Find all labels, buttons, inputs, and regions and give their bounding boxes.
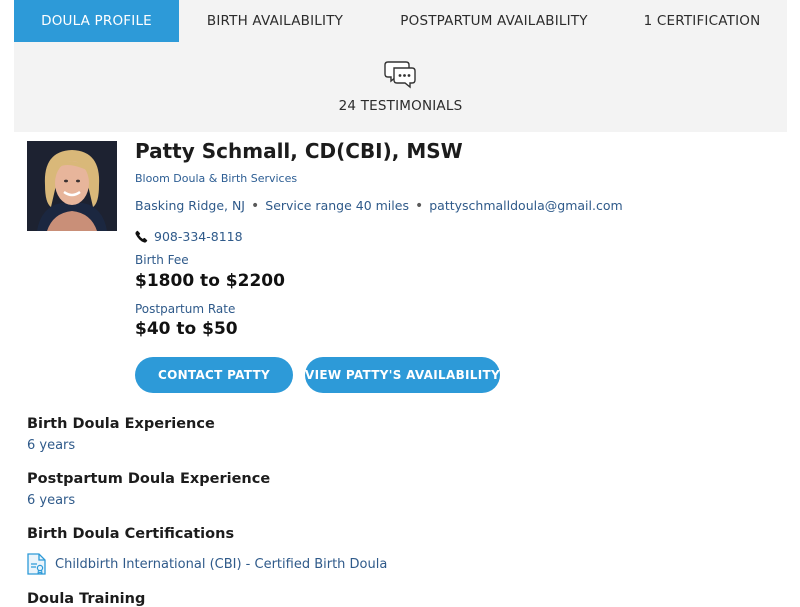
email-link[interactable]: pattyschmalldoula@gmail.com (429, 198, 622, 213)
service-range: Service range 40 miles (265, 198, 409, 213)
phone-number[interactable]: 908-334-8118 (154, 229, 243, 244)
tab-certification[interactable]: 1 CERTIFICATION (617, 0, 787, 42)
postpartum-rate-label: Postpartum Rate (135, 302, 236, 316)
postpartum-experience-title: Postpartum Doula Experience (27, 471, 271, 487)
tab-doula-profile[interactable]: DOULA PROFILE (14, 0, 179, 42)
postpartum-experience-value: 6 years (27, 493, 76, 508)
chat-bubbles-icon (384, 61, 416, 89)
certification-name[interactable]: Childbirth International (CBI) - Certifi… (55, 557, 387, 572)
doula-name: Patty Schmall, CD(CBI), MSW (135, 139, 463, 163)
training-title: Doula Training (27, 591, 146, 607)
view-availability-button[interactable]: VIEW PATTY'S AVAILABILITY (305, 357, 500, 393)
certifications-title: Birth Doula Certifications (27, 526, 235, 542)
profile-tabs: DOULA PROFILE BIRTH AVAILABILITY POSTPAR… (14, 0, 787, 42)
location: Basking Ridge, NJ (135, 198, 245, 213)
phone-row[interactable]: 908-334-8118 (135, 229, 243, 244)
business-name[interactable]: Bloom Doula & Birth Services (135, 172, 297, 185)
birth-experience-title: Birth Doula Experience (27, 416, 215, 432)
birth-fee-label: Birth Fee (135, 253, 189, 267)
birth-fee-value: $1800 to $2200 (135, 271, 285, 291)
contact-meta: Basking Ridge, NJ • Service range 40 miles… (135, 198, 623, 214)
testimonials-panel[interactable]: 24 TESTIMONIALS (14, 42, 787, 132)
contact-button[interactable]: CONTACT PATTY (135, 357, 293, 393)
postpartum-rate-value: $40 to $50 (135, 319, 238, 339)
testimonials-count[interactable]: 24 TESTIMONIALS (14, 98, 787, 114)
tab-postpartum-availability[interactable]: POSTPARTUM AVAILABILITY (371, 0, 617, 42)
separator-dot: • (414, 198, 424, 214)
certification-item[interactable]: Childbirth International (CBI) - Certifi… (27, 553, 387, 575)
separator-dot: • (251, 198, 260, 214)
profile-photo (27, 141, 117, 231)
phone-icon (135, 230, 148, 243)
birth-experience-value: 6 years (27, 438, 76, 453)
tab-birth-availability[interactable]: BIRTH AVAILABILITY (179, 0, 371, 42)
certificate-document-icon (27, 553, 46, 575)
